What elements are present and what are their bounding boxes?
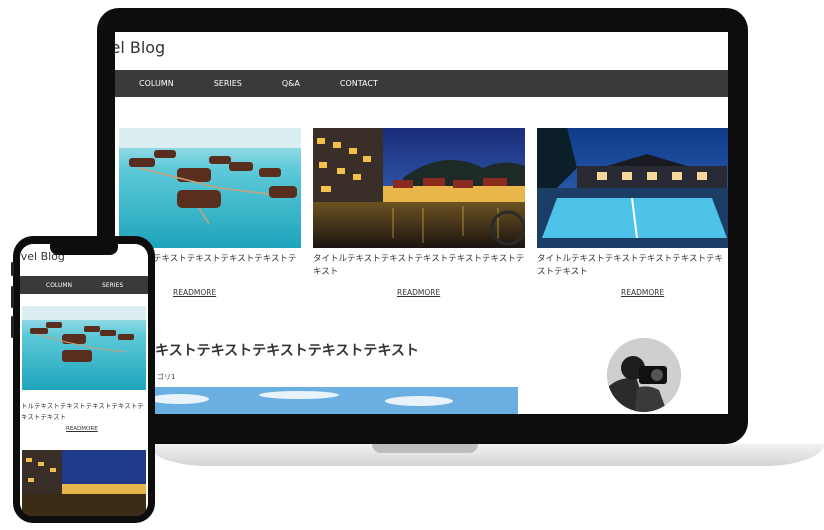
card-image-overwater-villas[interactable] — [119, 128, 301, 248]
phone-nav: COLUMN SERIES — [20, 276, 148, 294]
card-image-resort-pool[interactable] — [537, 128, 728, 248]
laptop-screen: vel Blog COLUMN SERIES Q&A CONTACT — [115, 32, 728, 414]
nav-item-series[interactable]: SERIES — [214, 79, 242, 88]
readmore-link[interactable]: READMORE — [621, 288, 664, 297]
phone-screen: avel Blog COLUMN SERIES — [20, 244, 148, 516]
phone-side-button — [11, 262, 14, 276]
phone-card-image-overwater-villas[interactable] — [22, 306, 146, 390]
phone-card-title[interactable]: トルテキストテキストテキストテキストテキストテキスト — [21, 401, 148, 423]
phone-nav-item-series[interactable]: SERIES — [102, 282, 123, 289]
author-avatar[interactable] — [607, 338, 681, 412]
nav-item-qa[interactable]: Q&A — [282, 79, 300, 88]
phone-side-button — [11, 316, 14, 338]
phone-side-button — [11, 286, 14, 308]
post-title[interactable]: キストテキストテキストテキストテキスト — [155, 340, 419, 360]
phone-notch — [50, 244, 118, 255]
laptop-hinge-notch — [372, 444, 478, 453]
readmore-link[interactable]: READMORE — [397, 288, 440, 297]
post-hero-image[interactable] — [119, 387, 518, 414]
card-image-river-town[interactable] — [313, 128, 525, 248]
card-title[interactable]: タイトルテキストテキストテキストテキストテキストテキスト — [537, 253, 728, 279]
readmore-link[interactable]: READMORE — [173, 288, 216, 297]
post-category[interactable]: ゴリ1 — [157, 372, 175, 382]
phone-card-image-river-town[interactable] — [22, 450, 146, 516]
site-logo[interactable]: vel Blog — [115, 38, 165, 57]
card-title[interactable]: タイトルテキストテキストテキストテキストテキストテキスト — [313, 253, 525, 279]
nav-item-column[interactable]: COLUMN — [139, 79, 174, 88]
phone-nav-item-column[interactable]: COLUMN — [46, 282, 72, 289]
main-nav: COLUMN SERIES Q&A CONTACT — [115, 70, 728, 97]
phone-readmore-link[interactable]: READMORE — [66, 426, 98, 432]
nav-item-contact[interactable]: CONTACT — [340, 79, 378, 88]
laptop-base — [148, 444, 824, 466]
